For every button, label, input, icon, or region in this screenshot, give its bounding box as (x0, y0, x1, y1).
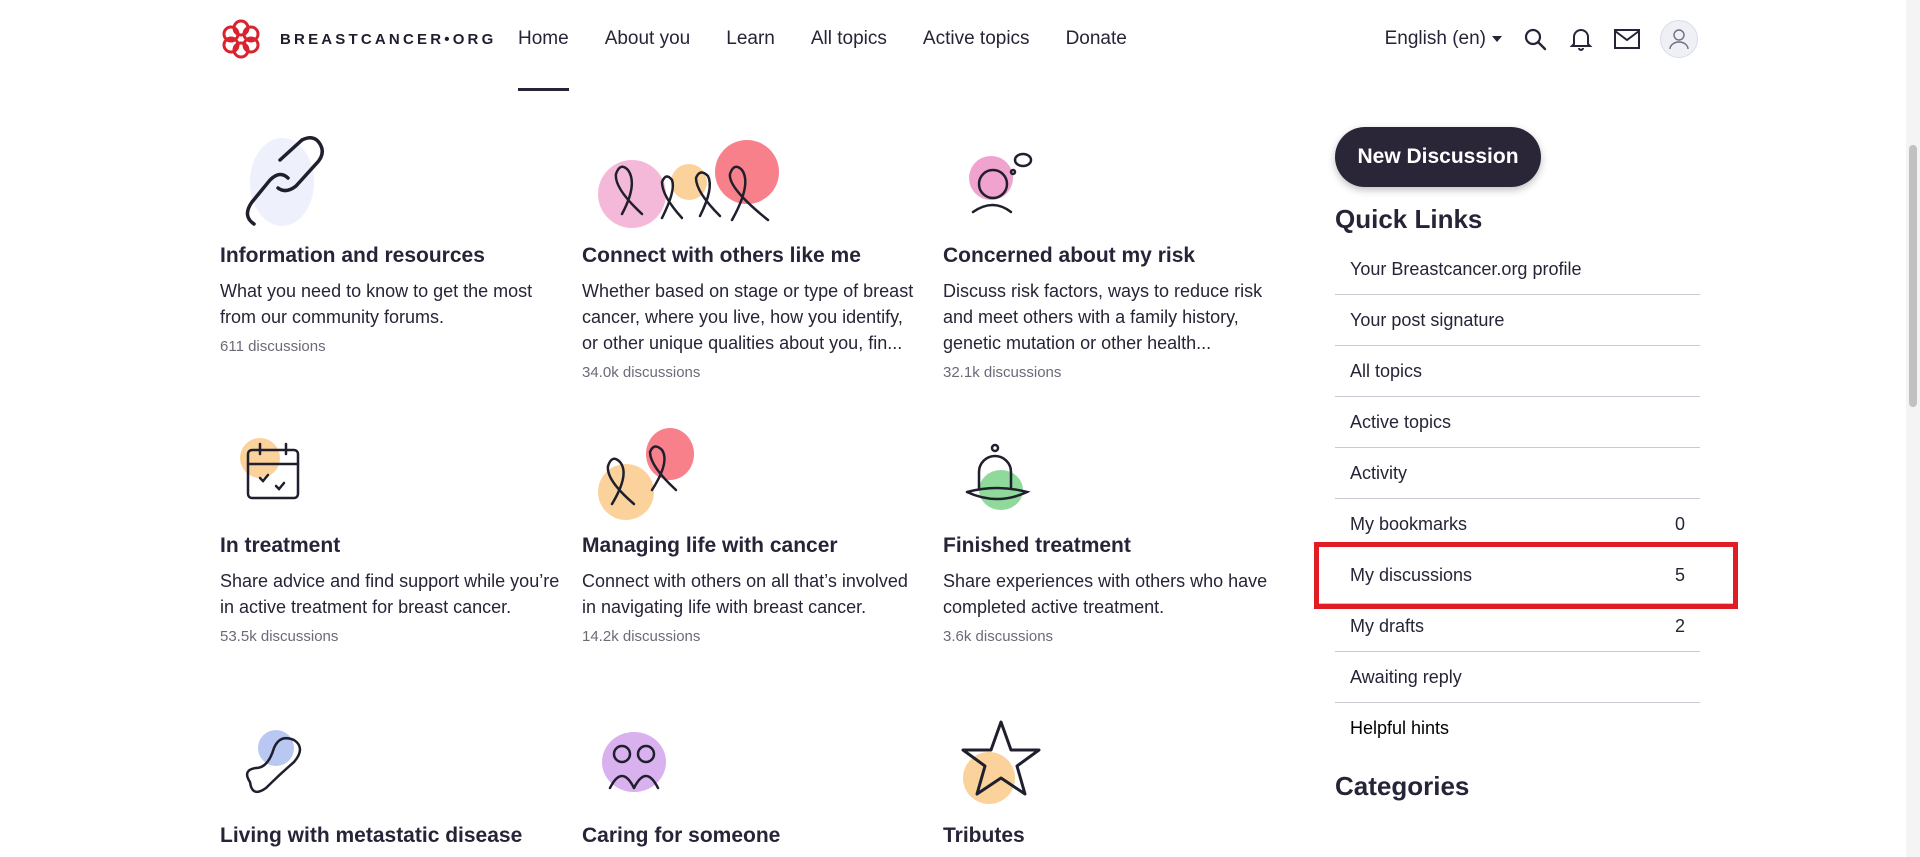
two-people-icon (582, 424, 712, 534)
nav-learn[interactable]: Learn (708, 0, 793, 78)
star-icon (943, 714, 1073, 824)
quick-links-list: Your Breastcancer.org profile Your post … (1314, 244, 1738, 754)
category-title[interactable]: Information and resources (220, 244, 560, 268)
category-card[interactable]: In treatment Share advice and find suppo… (220, 424, 560, 645)
category-description: What you need to know to get the most fr… (220, 281, 533, 327)
quick-link-active-topics[interactable]: Active topics (1335, 397, 1700, 448)
logo-text: BREASTCANCER•ORG (280, 30, 497, 48)
nav-active-topics[interactable]: Active topics (905, 0, 1048, 78)
quick-link-count: 0 (1674, 513, 1685, 534)
category-title[interactable]: Caring for someone (582, 824, 922, 848)
category-card[interactable]: Finished treatment Share experiences wit… (943, 424, 1283, 645)
bell-ring-icon (943, 424, 1073, 534)
caret-down-icon (1492, 36, 1502, 42)
page-scrollbar[interactable] (1906, 0, 1920, 857)
categories-heading: Categories (1335, 771, 1470, 801)
infinity-icon (220, 714, 350, 824)
quick-link-my-drafts[interactable]: My drafts 2 (1335, 601, 1700, 652)
scrollbar-thumb[interactable] (1909, 145, 1917, 407)
category-description: Share advice and find support while you’… (220, 571, 560, 617)
bell-icon[interactable] (1568, 26, 1594, 52)
language-selector[interactable]: English (en) (1385, 28, 1502, 50)
category-card[interactable]: Tributes (943, 714, 1283, 848)
quick-link-count: 2 (1674, 615, 1685, 636)
mail-icon[interactable] (1614, 26, 1640, 52)
nav-all-topics[interactable]: All topics (793, 0, 905, 78)
quick-link-count: 5 (1674, 564, 1685, 585)
category-description: Discuss risk factors, ways to reduce ris… (943, 281, 1263, 353)
category-title[interactable]: In treatment (220, 534, 560, 558)
category-title[interactable]: Finished treatment (943, 534, 1283, 558)
quick-links-title: Quick Links (1335, 204, 1483, 234)
header-actions: English (en) (1385, 18, 1698, 60)
category-title[interactable]: Connect with others like me (582, 244, 922, 268)
quick-link-activity[interactable]: Activity (1335, 448, 1700, 499)
quick-link-post-signature[interactable]: Your post signature (1335, 295, 1700, 346)
quick-link-label: My discussions (1350, 564, 1473, 585)
site-header: BREASTCANCER•ORG Home About you Learn Al… (0, 0, 1920, 91)
calendar-icon (220, 424, 350, 534)
quick-link-label: Active topics (1350, 411, 1452, 432)
quick-link-helpful-hints[interactable]: Helpful hints (1335, 703, 1700, 754)
quick-link-label: Activity (1350, 462, 1408, 483)
quick-link-label: My drafts (1350, 615, 1425, 636)
chain-link-icon (220, 134, 350, 244)
language-label: English (en) (1384, 28, 1486, 49)
category-count: 53.5k discussions (220, 628, 339, 645)
quick-link-label: Your post signature (1350, 309, 1505, 330)
nav-home[interactable]: Home (518, 0, 587, 91)
nav-about-you[interactable]: About you (587, 0, 709, 78)
category-count: 14.2k discussions (582, 628, 701, 645)
ribbon-logo-icon (222, 19, 260, 59)
user-avatar[interactable] (1660, 20, 1698, 58)
category-title[interactable]: Living with metastatic disease (220, 824, 560, 848)
caregiver-icon (582, 714, 712, 824)
people-group-icon (582, 134, 782, 244)
category-count: 3.6k discussions (943, 628, 1054, 645)
quick-link-awaiting-reply[interactable]: Awaiting reply (1335, 652, 1700, 703)
category-card[interactable]: Information and resources What you need … (220, 134, 560, 355)
quick-link-label: Your Breastcancer.org profile (1350, 258, 1582, 279)
thinking-person-icon (943, 134, 1073, 244)
category-count: 34.0k discussions (582, 364, 701, 381)
category-count: 32.1k discussions (943, 364, 1062, 381)
quick-link-my-bookmarks[interactable]: My bookmarks 0 (1335, 499, 1700, 550)
category-title[interactable]: Concerned about my risk (943, 244, 1283, 268)
category-description: Whether based on stage or type of breast… (582, 281, 914, 353)
main-nav: Home About you Learn All topics Active t… (518, 0, 1145, 92)
quick-link-label: All topics (1350, 360, 1423, 381)
category-card[interactable]: Caring for someone (582, 714, 922, 848)
quick-link-label: Awaiting reply (1350, 666, 1462, 687)
category-count: 611 discussions (220, 338, 326, 355)
category-title[interactable]: Tributes (943, 824, 1283, 848)
category-card[interactable]: Managing life with cancer Connect with o… (582, 424, 922, 645)
nav-donate[interactable]: Donate (1048, 0, 1145, 78)
category-card[interactable]: Concerned about my risk Discuss risk fac… (943, 134, 1283, 381)
quick-link-profile[interactable]: Your Breastcancer.org profile (1335, 244, 1700, 295)
quick-link-label: Helpful hints (1350, 718, 1450, 738)
new-discussion-button[interactable]: New Discussion (1335, 127, 1541, 187)
category-title[interactable]: Managing life with cancer (582, 534, 922, 558)
category-description: Share experiences with others who have c… (943, 571, 1268, 617)
user-icon (1669, 29, 1689, 50)
quick-link-label: My bookmarks (1350, 513, 1468, 534)
category-card[interactable]: Connect with others like me Whether base… (582, 134, 922, 381)
category-card[interactable]: Living with metastatic disease (220, 714, 560, 848)
site-logo[interactable]: BREASTCANCER•ORG (220, 18, 496, 60)
search-icon[interactable] (1522, 26, 1548, 52)
quick-link-my-discussions[interactable]: My discussions 5 (1314, 542, 1738, 609)
quick-link-all-topics[interactable]: All topics (1335, 346, 1700, 397)
category-description: Connect with others on all that’s involv… (582, 571, 908, 617)
